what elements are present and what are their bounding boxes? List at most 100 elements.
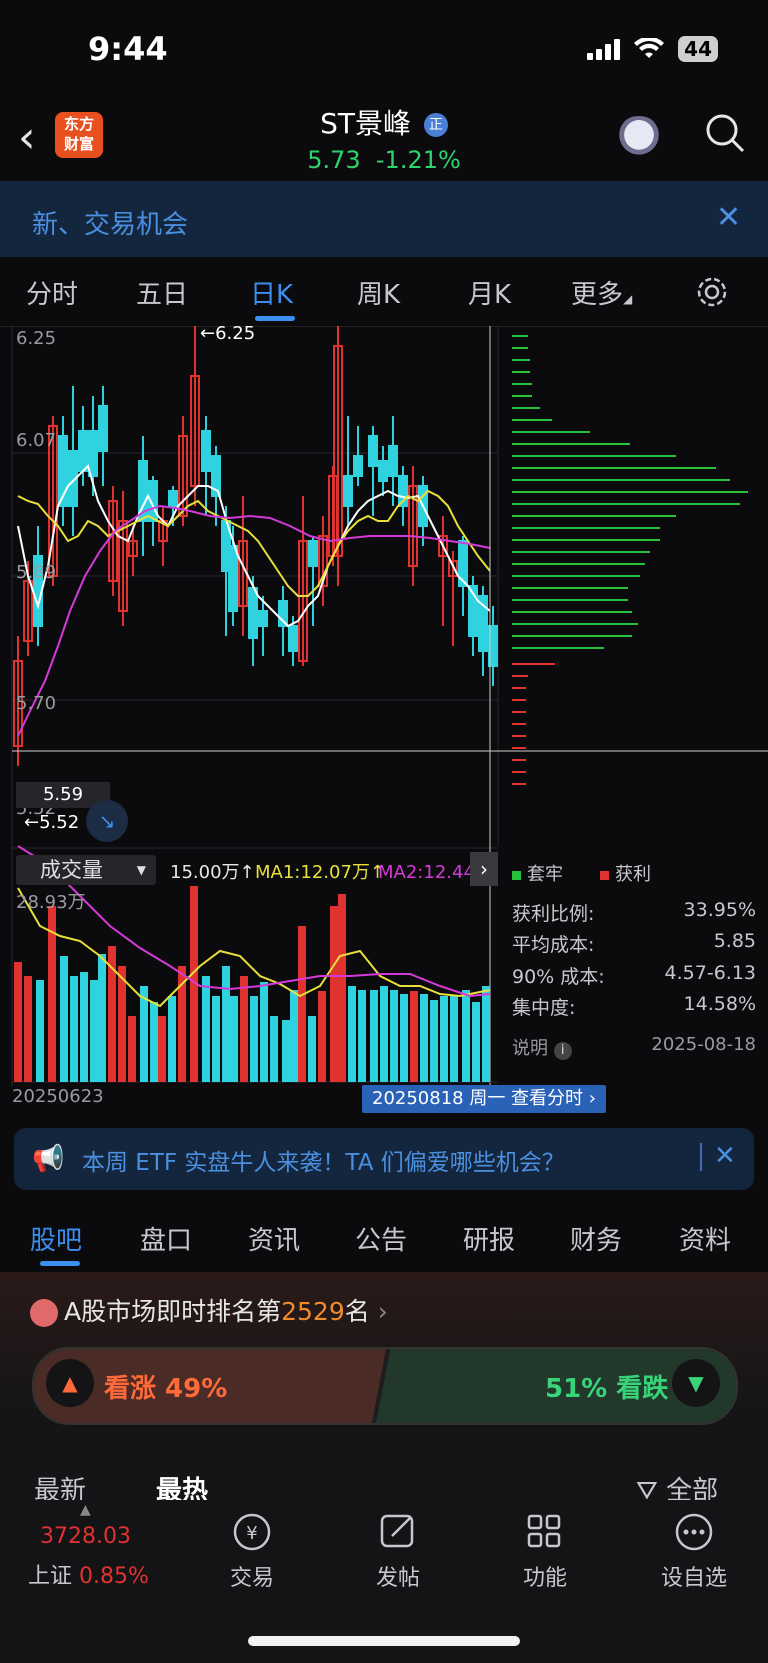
tab-five-day[interactable]: 五日 — [136, 274, 188, 311]
selected-date-text: 20250818 周一 查看分时 — [372, 1088, 584, 1109]
search-icon[interactable] — [704, 112, 746, 154]
tab-finance[interactable]: 财务 — [570, 1220, 622, 1257]
volume-label: 成交量 — [40, 858, 103, 882]
tab-guba[interactable]: 股吧 — [30, 1220, 82, 1257]
bear-label: 51% 看跌 — [545, 1374, 669, 1404]
rank-prefix: A股市场即时排名第 — [64, 1297, 282, 1326]
close-icon[interactable]: ✕ — [714, 1141, 736, 1171]
separator — [700, 1143, 702, 1171]
nav-post[interactable]: 发帖 — [358, 1560, 438, 1592]
rank-suffix: 名 — [344, 1297, 370, 1326]
bull-label: 看涨 49% — [104, 1374, 228, 1404]
caret-icon: ◢ — [623, 292, 633, 306]
close-icon[interactable]: ✕ — [716, 200, 741, 235]
home-indicator — [248, 1636, 520, 1646]
market-rank[interactable]: A股市场即时排名第2529名 › — [30, 1292, 388, 1328]
legend-profit-text: 获利 — [615, 864, 651, 885]
index-name: 上证 — [28, 1564, 73, 1589]
index-change: 0.85% — [79, 1564, 149, 1589]
battery-icon: 44 — [678, 36, 718, 62]
tab-announcement[interactable]: 公告 — [355, 1220, 407, 1257]
megaphone-icon: 📢 — [32, 1144, 65, 1174]
volume-max-label: 28.93万 — [16, 892, 86, 913]
tab-underline — [40, 1261, 80, 1266]
more-dots-icon[interactable] — [654, 1510, 734, 1558]
stat-value: 4.57-6.13 — [664, 962, 756, 984]
tab-underline — [255, 316, 295, 321]
low-price-value: 5.52 — [39, 812, 80, 833]
rank-number: 2529 — [281, 1297, 345, 1326]
wifi-icon — [634, 38, 665, 58]
tab-profile[interactable]: 资料 — [679, 1220, 731, 1257]
tab-more[interactable]: 更多◢ — [571, 274, 632, 311]
vote-up-icon[interactable]: ▲ — [46, 1359, 94, 1407]
vote-down-icon[interactable]: ▼ — [672, 1359, 720, 1407]
y-tick: 6.07 — [16, 430, 57, 451]
start-date-label: 20250623 — [12, 1086, 104, 1107]
high-price-marker: ←6.25 — [200, 323, 256, 344]
chevron-right-icon[interactable]: › — [470, 852, 498, 886]
legend-green-swatch — [512, 871, 521, 880]
y-tick: 6.25 — [16, 328, 57, 349]
stock-name: ST景峰 — [320, 107, 411, 140]
nav-trade[interactable]: 交易 — [212, 1560, 292, 1592]
high-price-value: 6.25 — [215, 323, 256, 344]
trade-icon[interactable]: ¥ — [212, 1510, 292, 1558]
tab-intraday[interactable]: 分时 — [26, 274, 78, 311]
legend-trapped: 套牢 — [512, 860, 563, 886]
svg-text:¥: ¥ — [246, 1523, 257, 1544]
status-time: 9:44 — [88, 30, 168, 68]
selected-date-tag[interactable]: 20250818 周一 查看分时 › — [362, 1085, 606, 1113]
chip-note[interactable]: 说明 i — [512, 1034, 572, 1060]
nav-add-watchlist[interactable]: 设自选 — [654, 1560, 734, 1592]
vol-ma1: MA1:12.07万↑ — [255, 862, 385, 883]
tab-weekly-k[interactable]: 周K — [357, 274, 400, 311]
index-quote[interactable]: 上证 0.85% — [28, 1558, 149, 1590]
stat-value: 14.58% — [683, 993, 756, 1015]
chip-date: 2025-08-18 — [651, 1034, 756, 1055]
stat-value: 5.85 — [713, 930, 756, 952]
chip-distribution — [512, 335, 748, 785]
robot-assistant-icon[interactable] — [616, 116, 662, 158]
info-icon: i — [553, 1042, 572, 1060]
price-change: -1.21% — [375, 146, 461, 174]
tab-monthly-k[interactable]: 月K — [468, 274, 511, 311]
nav-function[interactable]: 功能 — [505, 1560, 585, 1592]
stat-label: 平均成本: — [512, 934, 595, 956]
volume-value-text: 15.00万 — [170, 862, 240, 883]
banner-text: 新、交易机会 — [32, 210, 189, 240]
tab-more-label: 更多 — [571, 280, 624, 310]
stat-label: 获利比例: — [512, 903, 595, 925]
status-icons: 44 — [587, 36, 718, 62]
tab-news[interactable]: 资讯 — [248, 1220, 300, 1257]
settings-icon[interactable] — [695, 275, 729, 309]
kline-chart[interactable] — [0, 326, 768, 1086]
low-price-marker: ←5.52 — [24, 812, 80, 833]
caret-up-icon: ▲ — [80, 1502, 91, 1518]
volume-selector[interactable]: 成交量 ▼ — [16, 855, 156, 885]
volume-bars — [14, 886, 490, 1082]
expand-arrow-icon[interactable]: ↘ — [86, 800, 128, 842]
current-price: 5.73 — [307, 146, 361, 174]
rank-icon — [30, 1299, 58, 1327]
dropdown-icon: ▼ — [136, 863, 146, 877]
tab-daily-k[interactable]: 日K — [250, 274, 293, 311]
stat-label: 90% 成本: — [512, 966, 605, 988]
function-grid-icon[interactable] — [505, 1510, 585, 1558]
chevron-right-icon: › — [377, 1297, 388, 1326]
post-icon[interactable] — [358, 1510, 438, 1558]
stat-value: 33.95% — [683, 899, 756, 921]
stat-label: 集中度: — [512, 997, 576, 1019]
y-tick: 5.70 — [16, 693, 57, 714]
legend-profit: 获利 — [600, 860, 651, 886]
legend-trapped-text: 套牢 — [527, 864, 563, 885]
tab-pankou[interactable]: 盘口 — [140, 1220, 192, 1257]
chip-note-text: 说明 — [512, 1038, 548, 1059]
signal-icon — [587, 38, 621, 60]
etf-banner-text: 本周 ETF 实盘牛人来袭！TA 们偏爱哪些机会？ — [82, 1150, 565, 1176]
tab-research[interactable]: 研报 — [463, 1220, 515, 1257]
volume-value: 15.00万↑ — [170, 862, 255, 883]
y-tick: 5.89 — [16, 562, 57, 583]
badge-icon: 正 — [423, 113, 448, 137]
index-value[interactable]: 3728.03 — [40, 1524, 131, 1549]
